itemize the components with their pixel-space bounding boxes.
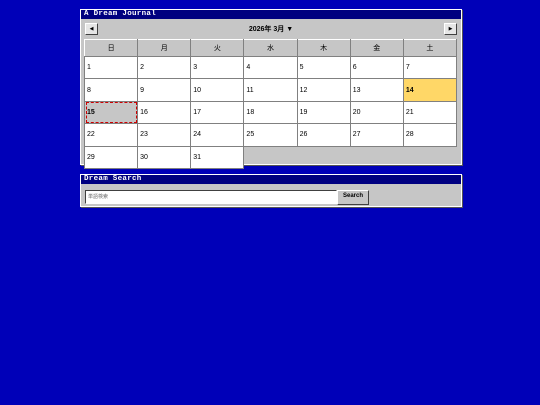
day-cell[interactable]: 25 (243, 123, 298, 147)
day-cell[interactable]: 6 (349, 55, 404, 80)
weekday-header: 水 (243, 39, 298, 57)
day-cell[interactable]: 8 (83, 78, 139, 102)
month-navigation: ◀ 2026年 3月 ▼ ▶ (81, 22, 461, 38)
day-cell[interactable]: 18 (243, 100, 298, 125)
day-cell[interactable]: 28 (402, 123, 458, 147)
calendar-week-row: 8 9 10 11 12 13 14 (83, 78, 458, 102)
day-cell[interactable]: 2 (137, 55, 192, 80)
day-cell[interactable]: 7 (402, 55, 458, 80)
day-cell[interactable]: 26 (296, 123, 351, 147)
calendar-grid: 日 月 火 水 木 金 土 1 2 3 4 5 6 7 8 9 10 11 12 13 14 15 16 17 1… (83, 39, 458, 170)
next-month-button[interactable]: ▶ (444, 23, 457, 35)
weekday-header: 火 (190, 39, 245, 57)
calendar-window-title: A Dream Journal (81, 10, 461, 19)
empty-cell (403, 146, 456, 168)
day-cell[interactable]: 27 (349, 123, 404, 147)
calendar-week-row: 29 30 31 (83, 145, 457, 170)
calendar-week-row: 15 16 17 18 19 20 21 (83, 100, 458, 125)
search-window: Dream Search Search (80, 174, 462, 207)
day-cell[interactable]: 16 (137, 100, 192, 125)
day-cell[interactable]: 3 (190, 55, 245, 80)
day-cell[interactable]: 21 (402, 100, 458, 125)
weekday-header: 木 (296, 39, 351, 57)
calendar-week-row: 1234567 (83, 55, 458, 80)
day-cell[interactable]: 23 (137, 123, 192, 147)
day-cell[interactable]: 4 (243, 55, 298, 80)
calendar-window: A Dream Journal ◀ 2026年 3月 ▼ ▶ 日 月 火 水 木… (80, 9, 462, 170)
calendar-week-row: 22 23 24 25 26 27 28 (83, 123, 458, 147)
search-button[interactable]: Search (337, 190, 369, 205)
calendar-days: 1 2 3 4 5 6 7 8 9 10 11 12 13 14 15 16 17 18 19 20 21 22 23 24 2… (83, 55, 458, 170)
day-cell[interactable]: 20 (349, 100, 404, 125)
search-input[interactable] (85, 190, 337, 204)
day-cell[interactable]: 9 (137, 78, 192, 102)
day-cell[interactable]: 29 (83, 145, 139, 170)
day-cell[interactable]: 17 (190, 100, 245, 125)
day-cell[interactable]: 11 (243, 78, 298, 102)
search-row: Search (85, 190, 457, 205)
day-cell[interactable]: 10 (190, 78, 245, 102)
month-selector[interactable]: 2026年 3月 ▼ (81, 24, 461, 34)
weekday-header: 月 (137, 39, 192, 57)
day-cell[interactable]: 31 (190, 145, 245, 170)
weekday-header: 土 (402, 39, 458, 57)
day-cell[interactable]: 13 (349, 78, 404, 102)
day-cell[interactable]: 1 (83, 55, 139, 80)
day-cell[interactable]: 12 (296, 78, 351, 102)
day-cell-today[interactable]: 15 (83, 100, 139, 125)
search-window-title: Dream Search (81, 175, 461, 184)
empty-cell (297, 146, 350, 168)
day-cell[interactable]: 5 (296, 55, 351, 80)
weekday-header: 金 (349, 39, 404, 57)
day-cell[interactable]: 22 (83, 123, 139, 147)
empty-cell (350, 146, 403, 168)
day-cell[interactable]: 24 (190, 123, 245, 147)
weekday-header-row: 日 月 火 水 木 金 土 (83, 39, 458, 57)
weekday-header: 日 (83, 39, 139, 57)
empty-cell (244, 146, 297, 168)
day-cell[interactable]: 30 (137, 145, 192, 170)
day-cell-selected[interactable]: 14 (402, 78, 458, 102)
day-cell[interactable]: 19 (296, 100, 351, 125)
